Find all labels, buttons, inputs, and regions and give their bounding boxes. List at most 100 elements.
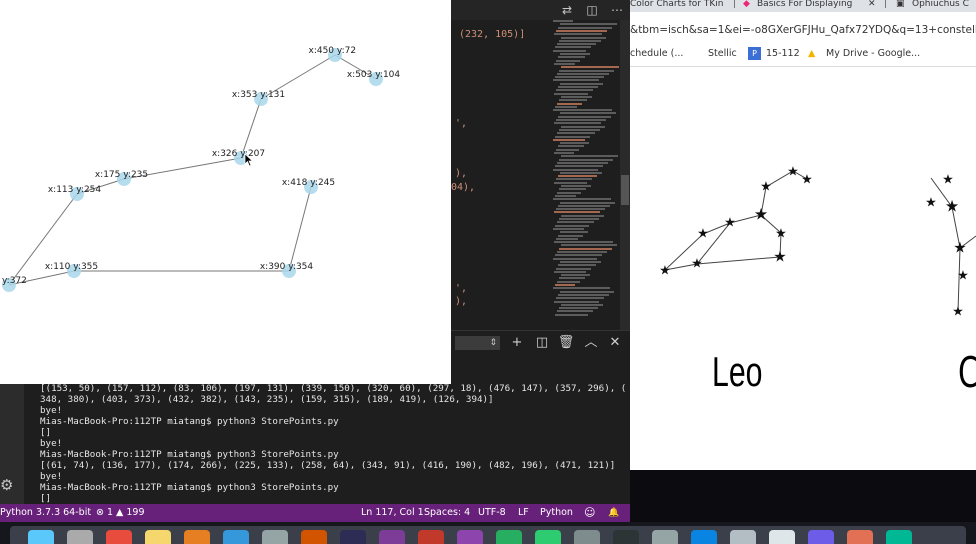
bookmark-item[interactable]: 15-112 <box>766 48 800 59</box>
minimap-line <box>558 204 610 207</box>
minimap-line <box>559 307 598 310</box>
constellation-images[interactable]: ★ ★★ ★ ★★ ★★★ ★ ★ ★★ ★★★ <box>630 66 976 346</box>
minimap-line <box>561 185 591 187</box>
minimap-line <box>553 287 610 290</box>
code-fragment: (232, 105)] <box>459 29 526 40</box>
dock-app-icon[interactable] <box>691 530 717 544</box>
constellation-label: C <box>958 348 976 397</box>
url-text[interactable]: &tbm=isch&sa=1&ei=-o8GXerGFJHu_Qafx72YDQ… <box>630 24 976 36</box>
trash-icon[interactable]: 🗑 <box>557 334 575 352</box>
dock-app-icon[interactable] <box>184 530 210 544</box>
minimap-line <box>560 53 590 55</box>
dock-app-icon[interactable] <box>379 530 405 544</box>
tkinter-canvas-window[interactable]: x:450 y:72 x:503 y:104 x:353 y:131 x:326 y:… <box>0 0 451 384</box>
dock-app-icon[interactable] <box>262 530 288 544</box>
dock-app-icon[interactable] <box>847 530 873 544</box>
editor-scroll-thumb[interactable] <box>621 175 629 205</box>
dock-app-icon[interactable] <box>457 530 483 544</box>
minimap-line <box>556 59 580 62</box>
terminal-select[interactable]: ⇕ <box>455 336 500 350</box>
minimap-line <box>558 26 612 29</box>
minimap-line <box>553 227 584 230</box>
minimap-line <box>556 297 604 300</box>
terminal-line: [] <box>40 493 52 504</box>
problems-status[interactable]: ⊗ 1 ▲ 199 <box>96 504 145 522</box>
dock-app-icon[interactable] <box>574 530 600 544</box>
browser-tab[interactable]: Ophiuchus C <box>912 0 976 12</box>
indentation-status[interactable]: Spaces: 4 <box>424 504 470 522</box>
minimap-line <box>559 99 587 102</box>
drive-icon: ▲ <box>808 48 816 59</box>
dock-app-icon[interactable] <box>886 530 912 544</box>
browser-tab[interactable]: Basics For Displaying <box>757 0 865 12</box>
bookmark-favicon-icon: P <box>748 47 761 60</box>
encoding-status[interactable]: UTF-8 <box>478 504 506 522</box>
minimap-line <box>558 293 609 296</box>
new-terminal-icon[interactable]: + <box>508 334 526 352</box>
dock-app-icon[interactable] <box>769 530 795 544</box>
minimap-line <box>559 277 585 280</box>
minimap-line <box>554 152 574 154</box>
eol-status[interactable]: LF <box>518 504 529 522</box>
minimap-line <box>560 23 617 26</box>
minimap-line <box>554 33 602 36</box>
minimap-line <box>557 251 607 253</box>
compare-icon[interactable]: ⇄ <box>559 2 575 18</box>
language-status[interactable]: Python <box>540 504 573 522</box>
dock-app-icon[interactable] <box>613 530 639 544</box>
svg-text:★: ★ <box>787 165 799 180</box>
dock-app-icon[interactable] <box>652 530 678 544</box>
minimap-line <box>559 247 612 250</box>
terminal-line: Mias-MacBook-Pro:112TP miatang$ python3 … <box>40 482 339 493</box>
minimap-line <box>556 89 593 92</box>
code-fragment: ', <box>455 118 468 129</box>
dock-app-icon[interactable] <box>418 530 444 544</box>
minimap-line <box>558 86 598 88</box>
minimap-line <box>561 303 603 306</box>
close-icon[interactable]: ✕ <box>606 334 624 352</box>
dock-app-icon[interactable] <box>340 530 366 544</box>
dock-app-icon[interactable] <box>67 530 93 544</box>
dock-app-icon[interactable] <box>301 530 327 544</box>
minimap-line <box>558 56 585 59</box>
interpreter-status[interactable]: Python 3.7.3 64-bit <box>0 504 91 522</box>
gear-icon[interactable]: ⚙ <box>0 476 16 494</box>
more-icon[interactable]: ⋯ <box>609 2 625 18</box>
mouse-cursor-icon <box>244 153 254 167</box>
minimap-line <box>561 66 619 69</box>
minimap-line <box>556 178 592 181</box>
close-tab-icon[interactable]: ✕ <box>868 0 880 12</box>
minimap-line <box>556 148 579 151</box>
dock-app-icon[interactable] <box>223 530 249 544</box>
bell-icon[interactable]: 🔔 <box>608 504 619 522</box>
minimap-line <box>557 132 595 135</box>
maximize-panel-icon[interactable]: ︿ <box>582 334 600 352</box>
minimap[interactable] <box>553 20 619 320</box>
feedback-icon[interactable]: ☺ <box>584 504 595 522</box>
terminal-output: [(153, 50), (157, 112), (83, 106), (197,… <box>40 383 628 515</box>
split-editor-icon[interactable]: ◫ <box>584 2 600 18</box>
dock-app-icon[interactable] <box>535 530 561 544</box>
minimap-line <box>555 165 603 168</box>
svg-text:★: ★ <box>952 305 964 320</box>
dock-app-icon[interactable] <box>808 530 834 544</box>
chevron-updown-icon: ⇕ <box>489 338 497 348</box>
minimap-line <box>558 234 583 237</box>
minimap-line <box>557 280 580 283</box>
svg-text:★: ★ <box>691 257 703 272</box>
minimap-line <box>558 145 584 148</box>
cursor-position[interactable]: Ln 117, Col 1 <box>361 504 424 522</box>
dock-app-icon[interactable] <box>496 530 522 544</box>
split-terminal-icon[interactable]: ◫ <box>533 334 551 352</box>
bookmark-item[interactable]: Stellic <box>708 48 737 59</box>
terminal-line: Mias-MacBook-Pro:112TP miatang$ python3 … <box>40 449 339 460</box>
minimap-line <box>554 241 613 244</box>
dock-app-icon[interactable] <box>106 530 132 544</box>
bookmark-item[interactable]: chedule (... <box>630 48 683 59</box>
dock-app-icon[interactable] <box>145 530 171 544</box>
bookmark-item[interactable]: My Drive - Google... <box>826 48 920 59</box>
dock-app-icon[interactable] <box>730 530 756 544</box>
browser-tab[interactable]: Color Charts for TKin <box>630 0 733 12</box>
dock-app-icon[interactable] <box>28 530 54 544</box>
minimap-line <box>559 188 586 191</box>
